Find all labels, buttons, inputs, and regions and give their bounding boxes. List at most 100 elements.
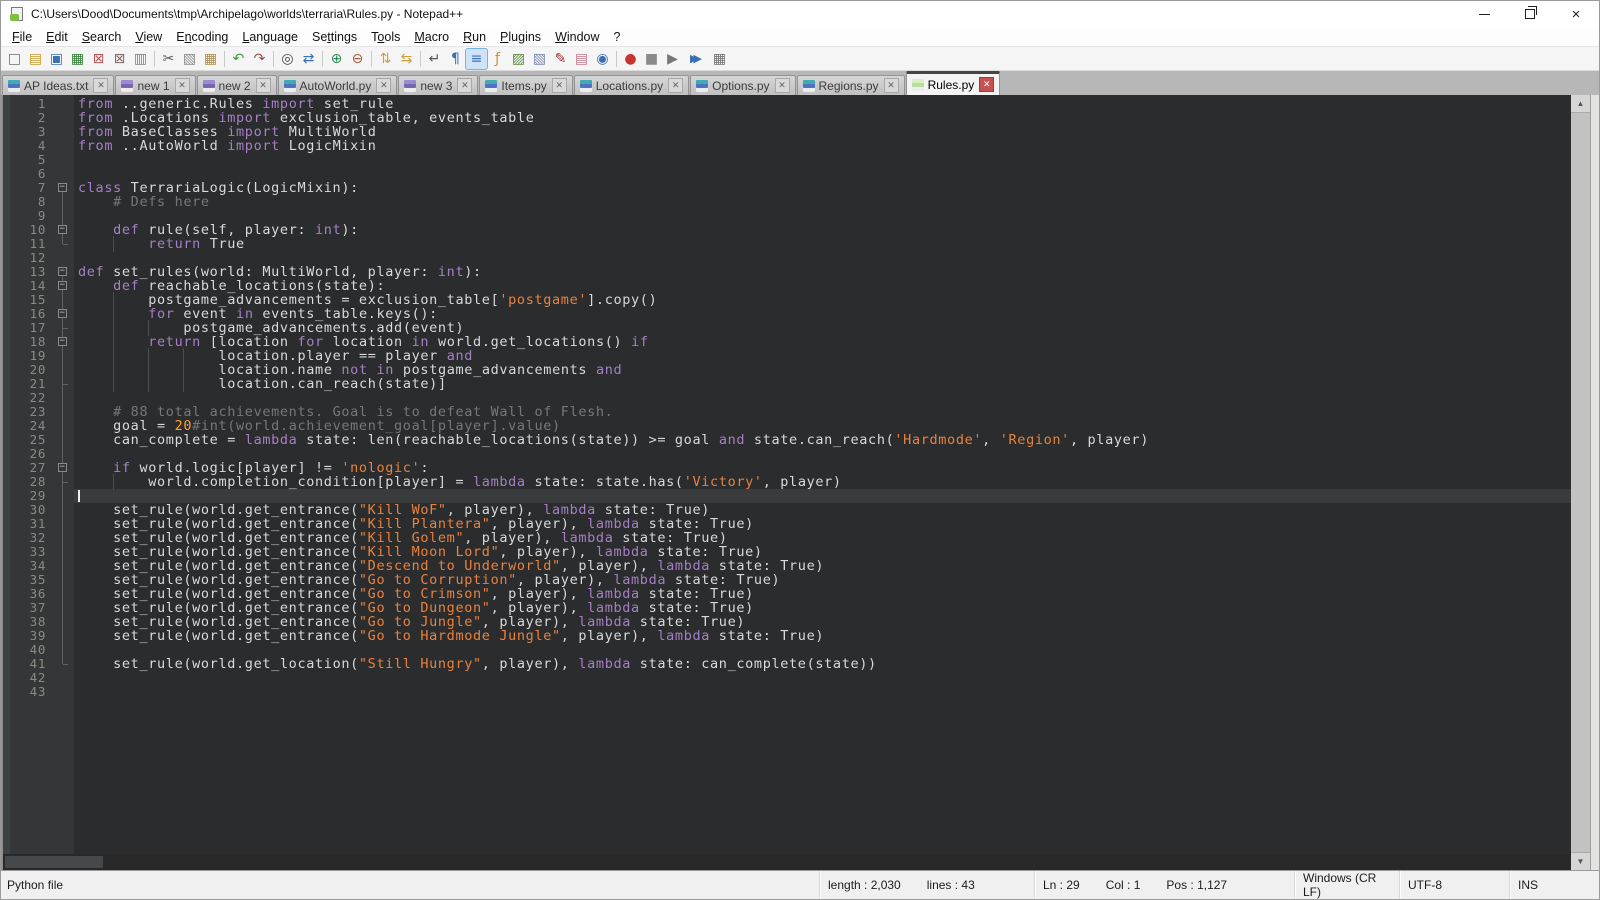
line-number: 26	[10, 447, 46, 461]
line-number: 21	[10, 377, 46, 391]
window-right-edge	[1590, 95, 1599, 870]
status-encoding[interactable]: UTF-8	[1399, 871, 1509, 899]
show-all-characters-icon[interactable]: ¶	[445, 49, 466, 69]
sync-horizontal-icon[interactable]: ⇆	[396, 49, 417, 69]
edit-marker-icon[interactable]: ✎	[550, 49, 571, 69]
tab-new-3[interactable]: new 3✕	[398, 75, 478, 95]
tab-close-icon[interactable]: ✕	[93, 78, 108, 93]
menu-search[interactable]: Search	[75, 29, 129, 45]
menu-bar: FileEditSearchViewEncodingLanguageSettin…	[1, 27, 1599, 46]
token-text: ].copy()	[587, 292, 657, 308]
menu-tools[interactable]: Tools	[364, 29, 407, 45]
macro-stop-icon[interactable]: ■	[641, 49, 662, 69]
minimize-button[interactable]	[1461, 1, 1507, 27]
menu-edit[interactable]: Edit	[39, 29, 75, 45]
tab-close-icon[interactable]: ✕	[376, 78, 391, 93]
menu-view[interactable]: View	[128, 29, 169, 45]
tab-close-icon[interactable]: ✕	[979, 77, 994, 92]
fold-collapse-icon[interactable]: −	[58, 309, 67, 318]
tab-options-py[interactable]: Options.py✕	[690, 75, 795, 95]
vertical-scrollbar[interactable]: ▲ ▼	[1571, 95, 1590, 870]
monitoring-icon[interactable]: ◉	[592, 49, 613, 69]
code-line: postgame_advancements = exclusion_table[…	[78, 293, 1571, 307]
save-all-icon[interactable]: ▦	[67, 49, 88, 69]
close-icon[interactable]: ⊠	[88, 49, 109, 69]
fold-collapse-icon[interactable]: −	[58, 183, 67, 192]
document-list-icon[interactable]: ▧	[529, 49, 550, 69]
fold-collapse-icon[interactable]: −	[58, 337, 67, 346]
close-button[interactable]: ×	[1553, 1, 1599, 27]
tab-locations-py[interactable]: Locations.py✕	[574, 75, 689, 95]
menu-file[interactable]: File	[5, 29, 39, 45]
restore-button[interactable]	[1507, 1, 1553, 27]
macro-record-icon[interactable]: ●	[620, 49, 641, 69]
replace-icon[interactable]: ⇄	[298, 49, 319, 69]
zoom-in-icon[interactable]: ⊕	[326, 49, 347, 69]
tab-close-icon[interactable]: ✕	[256, 78, 271, 93]
close-all-icon[interactable]: ⊠	[109, 49, 130, 69]
horizontal-scrollbar[interactable]	[3, 854, 1571, 870]
tab-rules-py[interactable]: Rules.py✕	[906, 71, 1001, 95]
fold-collapse-icon[interactable]: −	[58, 267, 67, 276]
tab-new-2[interactable]: new 2✕	[197, 75, 277, 95]
indent-guide	[78, 474, 113, 490]
menu-encoding[interactable]: Encoding	[169, 29, 235, 45]
line-number: 31	[10, 517, 46, 531]
code-area[interactable]: from ..generic.Rules import set_rulefrom…	[74, 95, 1571, 854]
document-map-icon[interactable]: ▨	[508, 49, 529, 69]
code-line: location.name not in postgame_advancemen…	[78, 363, 1571, 377]
scroll-down-icon[interactable]: ▼	[1571, 853, 1590, 870]
save-icon[interactable]: ▣	[46, 49, 67, 69]
horizontal-scrollbar-thumb[interactable]	[5, 856, 103, 868]
vertical-scrollbar-thumb[interactable]	[1571, 112, 1590, 853]
code-line: return True	[78, 237, 1571, 251]
paste-icon[interactable]: ▦	[200, 49, 221, 69]
word-wrap-icon[interactable]: ↵	[424, 49, 445, 69]
fold-margin[interactable]: − − − − − − −	[52, 95, 74, 854]
indent-guide-icon[interactable]: ≡	[466, 49, 487, 69]
cut-icon[interactable]: ✂	[158, 49, 179, 69]
zoom-out-icon[interactable]: ⊖	[347, 49, 368, 69]
tab-close-icon[interactable]: ✕	[552, 78, 567, 93]
menu-window[interactable]: Window	[548, 29, 606, 45]
copy-icon[interactable]: ▧	[179, 49, 200, 69]
menu-help[interactable]: ?	[607, 29, 628, 45]
status-insert-mode[interactable]: INS	[1509, 871, 1599, 899]
folder-as-workspace-icon[interactable]: ▤	[571, 49, 592, 69]
tab-new-1[interactable]: new 1✕	[115, 75, 195, 95]
tab-items-py[interactable]: Items.py✕	[479, 75, 572, 95]
menu-language[interactable]: Language	[235, 29, 305, 45]
menu-plugins[interactable]: Plugins	[493, 29, 548, 45]
status-eol-format[interactable]: Windows (CR LF)	[1294, 871, 1399, 899]
open-file-icon[interactable]: ▤	[25, 49, 46, 69]
tab-autoworld-py[interactable]: AutoWorld.py✕	[278, 75, 398, 95]
function-list-icon[interactable]: ƒ	[487, 49, 508, 69]
find-icon[interactable]: ◎	[277, 49, 298, 69]
menu-settings[interactable]: Settings	[305, 29, 364, 45]
undo-icon[interactable]: ↶	[228, 49, 249, 69]
code-editor[interactable]: 1234567891011121314151617181920212223242…	[3, 95, 1571, 854]
menu-macro[interactable]: Macro	[407, 29, 456, 45]
redo-icon[interactable]: ↷	[249, 49, 270, 69]
tab-close-icon[interactable]: ✕	[668, 78, 683, 93]
scroll-up-icon[interactable]: ▲	[1571, 95, 1590, 112]
tab-close-icon[interactable]: ✕	[175, 78, 190, 93]
menu-run[interactable]: Run	[456, 29, 493, 45]
tab-close-icon[interactable]: ✕	[775, 78, 790, 93]
new-file-icon[interactable]: □	[4, 49, 25, 69]
fold-collapse-icon[interactable]: −	[58, 225, 67, 234]
macro-save-icon[interactable]: ▦	[709, 49, 730, 69]
indent-guide	[78, 236, 113, 252]
fold-collapse-icon[interactable]: −	[58, 281, 67, 290]
sync-vertical-icon[interactable]: ⇅	[375, 49, 396, 69]
print-icon[interactable]: ▥	[130, 49, 151, 69]
tab-close-icon[interactable]: ✕	[457, 78, 472, 93]
fold-guide-tick	[63, 664, 68, 665]
macro-run-multiple-icon[interactable]: ▶▶	[683, 49, 709, 69]
tab-regions-py[interactable]: Regions.py✕	[797, 75, 905, 95]
code-line: set_rule(world.get_entrance("Descend to …	[78, 559, 1571, 573]
macro-play-icon[interactable]: ▶	[662, 49, 683, 69]
fold-collapse-icon[interactable]: −	[58, 463, 67, 472]
tab-ap-ideas-txt[interactable]: AP Ideas.txt✕	[2, 75, 114, 95]
tab-close-icon[interactable]: ✕	[884, 78, 899, 93]
